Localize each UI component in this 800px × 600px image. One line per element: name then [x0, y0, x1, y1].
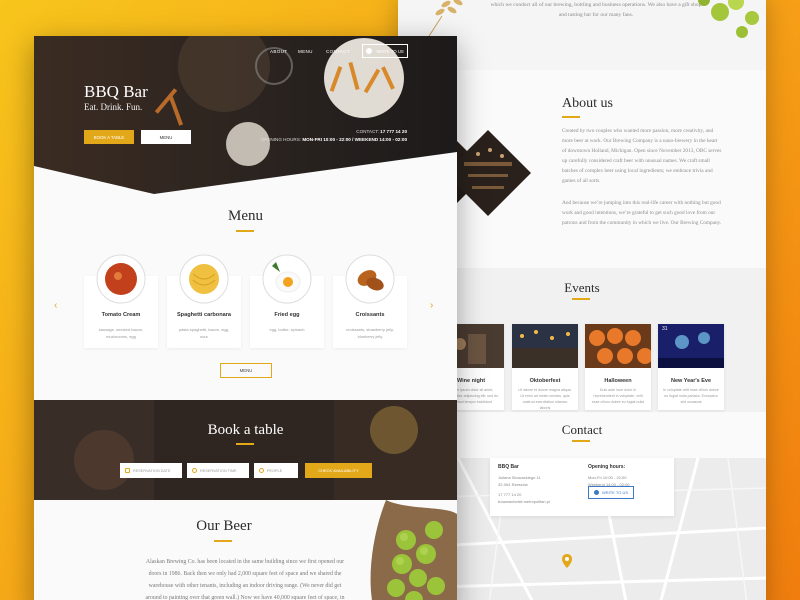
book-divider: [236, 443, 254, 445]
person-icon: [259, 468, 264, 473]
hours-value: MON-FRI 10:00 - 22:00 / WEEKEND 14:00 - …: [302, 137, 407, 142]
nav-about[interactable]: ABOUT: [270, 49, 287, 54]
contact-name: BBQ Bar: [498, 464, 519, 470]
event-card[interactable]: Oktoberfest Ut labore et dolore magna al…: [512, 324, 578, 410]
event-text: Ut labore et dolore magna aliqua. Ut eni…: [518, 388, 572, 410]
contact-write-label: WRITE TO US: [601, 490, 629, 495]
about-divider: [562, 116, 580, 118]
write-to-us-label: WRITE TO US: [376, 48, 404, 54]
tagline: Eat. Drink. Fun.: [84, 102, 143, 112]
menu-prev-arrow-icon[interactable]: ‹: [54, 300, 57, 311]
book-table-background: [34, 400, 457, 500]
menu-item-desc: egg, butter, spinach: [269, 327, 305, 332]
check-availability-button[interactable]: CHECK AVAILABILITY: [305, 463, 372, 478]
about-title: About us: [562, 96, 613, 111]
hero-hours: OPENING HOURS: MON-FRI 10:00 - 22:00 / W…: [261, 137, 407, 142]
event-text: In voluptate velit esse cillum dolore eu…: [663, 388, 719, 404]
contact-write-button[interactable]: WRITE TO US: [588, 486, 634, 499]
write-to-us-button[interactable]: WRITE TO US: [362, 44, 408, 58]
event-card[interactable]: New Year's Eve In voluptate velit esse c…: [658, 324, 724, 410]
reservation-date-placeholder: RESERVATION DATE: [133, 468, 171, 473]
address-block: BBQ Bar Juliana Skowackiego 11 32-064 Rz…: [498, 464, 550, 505]
menu-divider: [236, 230, 254, 232]
clock-icon: [192, 468, 197, 473]
contact-label: CONTACT:: [356, 129, 379, 134]
beer-paragraph: Alaskan Brewing Co. has been located in …: [145, 559, 345, 600]
intro-text: which we conduct all of our brewing, bot…: [490, 2, 702, 18]
event-date: 31: [662, 326, 668, 332]
reservation-date-field[interactable]: RESERVATION DATE: [120, 463, 182, 478]
menu-item-plate-image: [96, 254, 146, 304]
menu-item-name: Croissants: [355, 312, 385, 318]
menu-item-name: Spaghetti carbonara: [176, 312, 232, 318]
nav-menu[interactable]: MENU: [298, 49, 313, 54]
hero-contact: CONTACT: 17 777 14 20: [356, 129, 407, 134]
mail-icon: [593, 490, 599, 495]
mail-icon: [366, 48, 373, 54]
contact-email[interactable]: bowarachelsit.metropolitan.pl: [498, 498, 550, 505]
nav-contact[interactable]: CONTACT: [326, 49, 350, 54]
calendar-icon: [125, 468, 130, 473]
menu-title: Menu: [228, 208, 263, 224]
people-placeholder: PEOPLE: [267, 468, 283, 473]
hop-leaves-image: [698, 0, 759, 38]
hops-sack-image: [370, 500, 457, 600]
hours-weekday: Mon-Fri 10:00 - 22:00: [588, 475, 627, 480]
menu-item-plate-image: [262, 254, 312, 304]
menu-item-name: Tomato Cream: [101, 312, 141, 318]
book-table-button[interactable]: BOOK A TABLE: [84, 130, 134, 144]
reservation-time-field[interactable]: RESERVATION TIME: [187, 463, 249, 478]
contact-card: BBQ Bar Juliana Skowackiego 11 32-064 Rz…: [490, 458, 674, 516]
hours-label: OPENING HOURS:: [260, 137, 302, 142]
book-title: Book a table: [207, 422, 284, 438]
event-image: [585, 324, 653, 368]
reservation-time-placeholder: RESERVATION TIME: [200, 468, 237, 473]
event-card[interactable]: Halloween Duis aute irure dolor in repre…: [585, 324, 653, 410]
map-pin-icon[interactable]: [562, 554, 572, 568]
brand-title: BBQ Bar: [84, 82, 148, 101]
event-image: [512, 324, 578, 368]
event-text: Duis aute irure dolor in reprehenderit i…: [591, 388, 645, 404]
menu-item-desc: croissants, strawberry jelly, blueberry …: [346, 327, 394, 339]
address-street: Juliana Skowackiego 11: [498, 475, 541, 480]
contact-divider: [572, 440, 590, 442]
contact-phone: 17 777 14 20: [498, 492, 522, 497]
hours-block: Opening hours: Mon-Fri 10:00 - 22:00 Wee…: [588, 464, 630, 488]
menu-item-desc: sausage, smoked bacon, mushrooms, egg: [98, 327, 144, 339]
menu-item-name: Fried egg: [274, 312, 300, 318]
menu-button[interactable]: MENU: [220, 363, 272, 378]
beer-divider: [214, 540, 232, 542]
menu-next-arrow-icon[interactable]: ›: [430, 300, 433, 311]
address-city: 32-064 Rzeszów: [498, 482, 528, 487]
menu-item-plate-image: [345, 254, 395, 304]
hours-heading: Opening hours:: [588, 464, 626, 470]
contact-phone: 17 777 14 20: [380, 129, 407, 134]
events-divider: [572, 298, 590, 300]
about-paragraph: And because we’re jumping into this real…: [562, 200, 722, 226]
hero-image: [34, 36, 457, 194]
hero-menu-button[interactable]: MENU: [141, 130, 191, 144]
left-page: ABOUT MENU CONTACT WRITE TO US BBQ Bar E…: [34, 36, 457, 600]
menu-item-desc: pasta spaghetti, bacon, egg, sour: [178, 327, 230, 339]
about-paragraph: Created by two couples who wanted more p…: [562, 128, 722, 184]
menu-item-plate-image: [179, 254, 229, 304]
people-field[interactable]: PEOPLE: [254, 463, 298, 478]
